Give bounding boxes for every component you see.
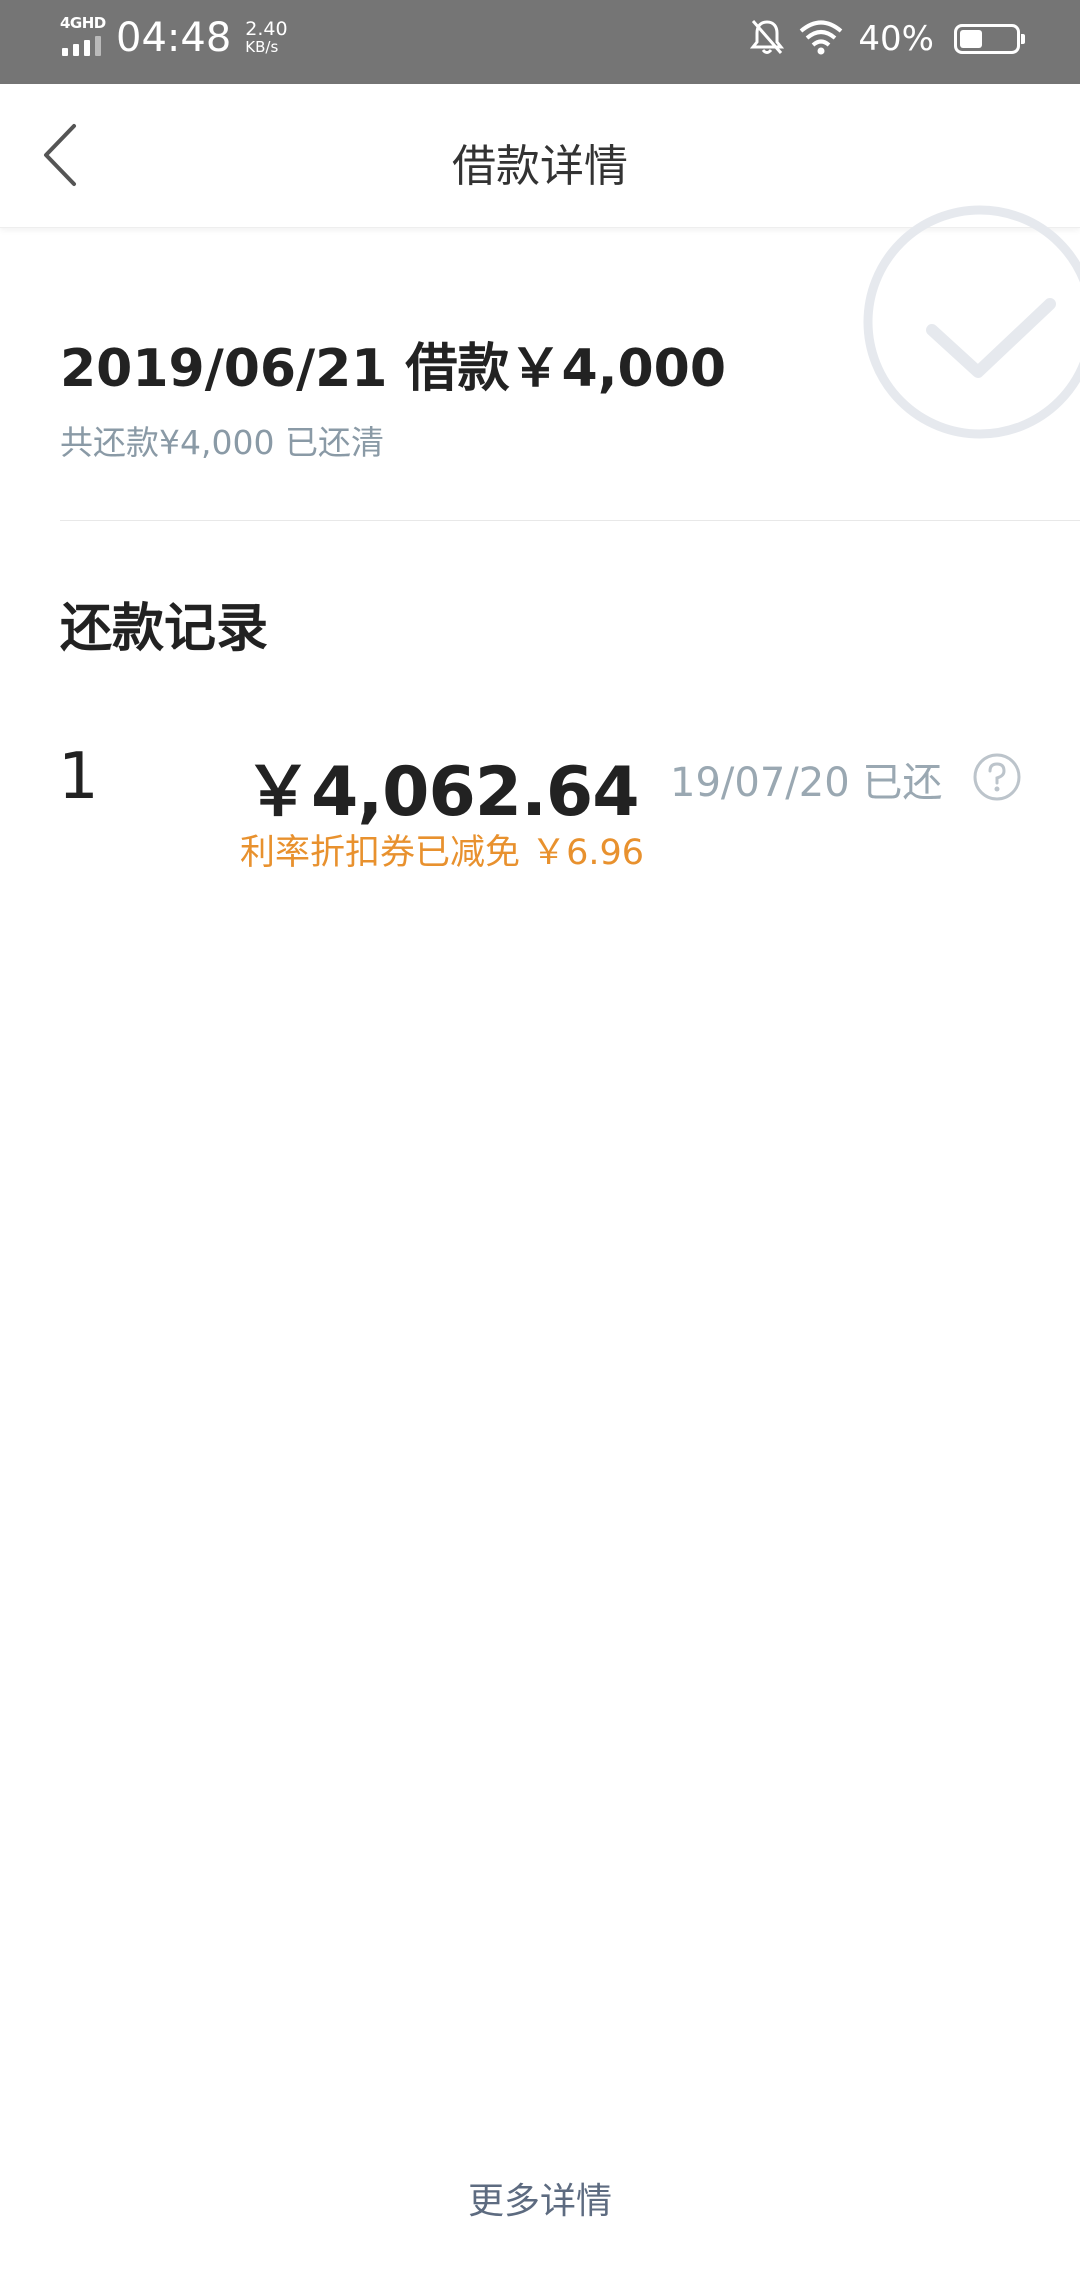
record-date: 19/07/20 已还	[670, 760, 943, 806]
network-type: 4GHD	[60, 14, 106, 32]
status-right: 40%	[750, 18, 1025, 60]
loan-status: 共还款¥4,000 已还清	[60, 423, 384, 462]
more-details-link[interactable]: 更多详情	[0, 2172, 1080, 2224]
signal-icon: 4GHD	[60, 14, 106, 62]
battery-percent: 40%	[858, 19, 934, 59]
wifi-icon	[798, 19, 844, 59]
section-title: 还款记录	[60, 599, 269, 659]
record-amount: ￥4,062.64	[244, 753, 640, 832]
battery-icon	[954, 24, 1025, 54]
divider	[60, 520, 1080, 521]
page-title: 借款详情	[452, 141, 628, 192]
status-bar: 4GHD 04:48 2.40 KB/s 40%	[0, 0, 1080, 84]
speed-value: 2.40	[245, 18, 288, 40]
record-discount: 利率折扣券已减免 ￥6.96	[240, 833, 645, 873]
paid-off-check-icon	[858, 200, 1080, 464]
bell-off-icon	[750, 18, 785, 60]
loan-title: 2019/06/21 借款￥4,000	[60, 339, 727, 399]
help-button[interactable]	[972, 752, 1022, 802]
status-left: 4GHD 04:48 2.40 KB/s	[60, 14, 288, 62]
question-circle-icon	[972, 753, 1022, 806]
speed-unit: KB/s	[245, 38, 279, 56]
status-time: 04:48	[116, 15, 232, 61]
network-speed: 2.40 KB/s	[245, 18, 288, 57]
record-index: 1	[58, 740, 99, 814]
